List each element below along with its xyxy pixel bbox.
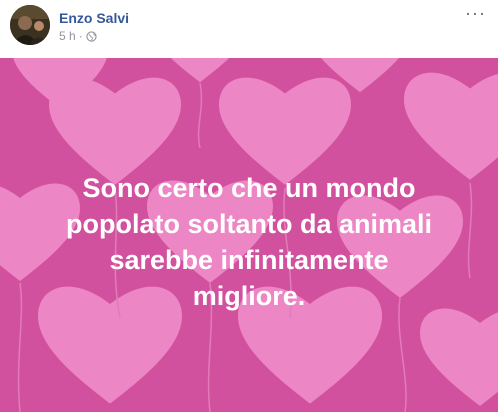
- post-text: Sono certo che un mondo popolato soltant…: [0, 170, 498, 314]
- meta-separator: ·: [78, 29, 83, 43]
- timestamp[interactable]: 5 h: [59, 29, 76, 43]
- post-meta: 5 h ·: [59, 29, 97, 43]
- post-text-line: popolato soltanto da animali: [65, 209, 433, 239]
- globe-icon: [86, 30, 97, 42]
- author-avatar[interactable]: [10, 5, 50, 45]
- post-text-line: Sono certo che un mondo: [82, 173, 416, 203]
- more-options-icon[interactable]: ···: [465, 4, 486, 22]
- post-header: Enzo Salvi 5 h · ···: [0, 0, 498, 58]
- profile-photo-icon: [10, 5, 50, 45]
- post-text-line: sarebbe infinitamente: [109, 245, 389, 275]
- post-text-line: migliore.: [192, 281, 306, 311]
- post-content: Sono certo che un mondo popolato soltant…: [0, 58, 498, 412]
- author-name[interactable]: Enzo Salvi: [59, 10, 129, 26]
